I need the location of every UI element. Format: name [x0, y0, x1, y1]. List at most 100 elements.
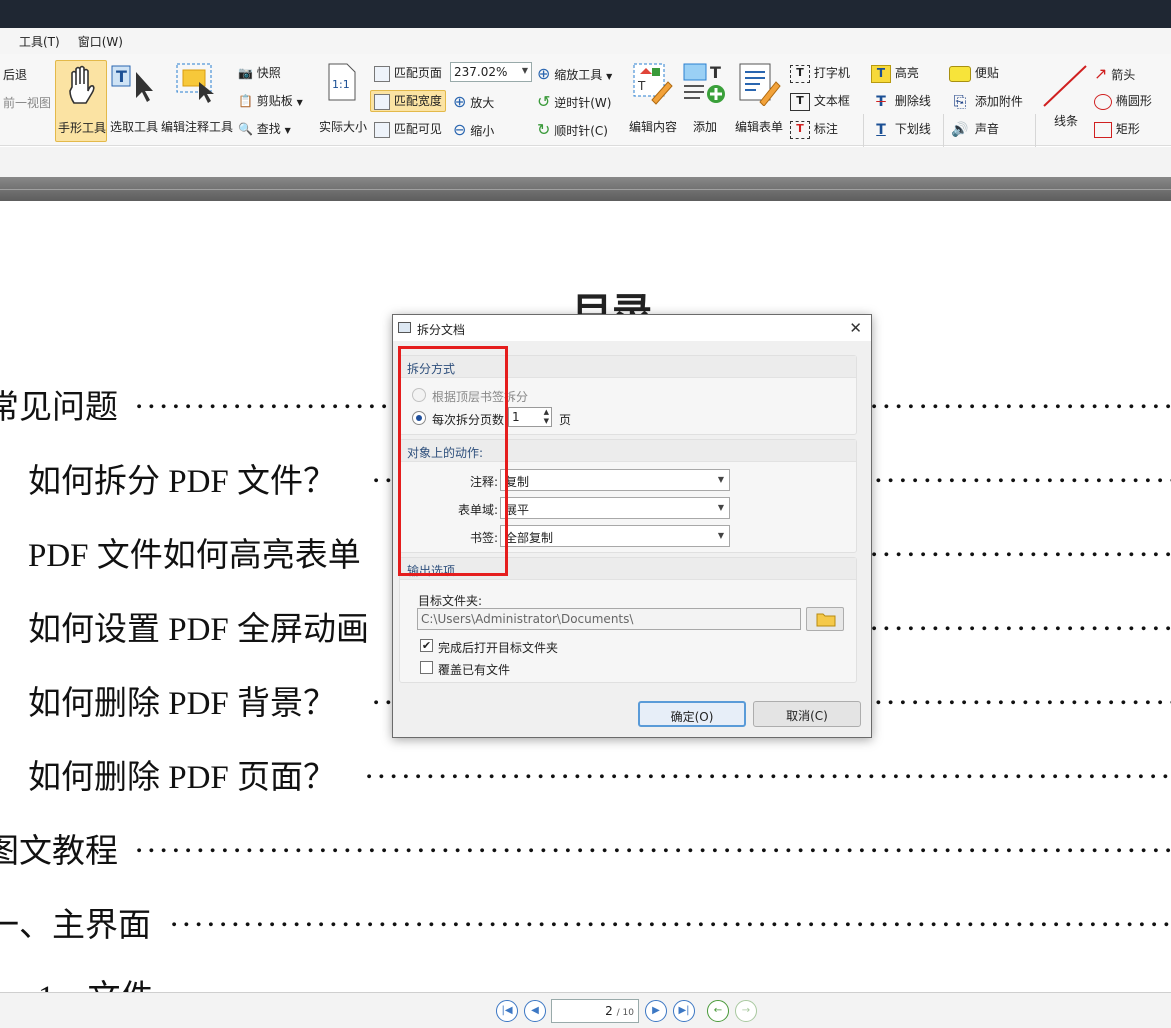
edit-content-button[interactable]: T 编辑内容	[626, 60, 680, 142]
select-text-icon: T	[111, 65, 153, 102]
find-icon: 🔍	[238, 122, 253, 136]
toc-entry[interactable]: 如何设置 PDF 全屏动画	[28, 602, 369, 650]
toc-leader-dots: ........................................…	[870, 528, 1171, 564]
spinner-arrows-icon[interactable]: ▲ ▼	[544, 408, 549, 426]
rotate-cw-button[interactable]: ↻ 顺时针(C)	[537, 120, 608, 139]
zoom-out-button[interactable]: ⊖ 缩小	[453, 120, 494, 139]
typewriter-label: 打字机	[813, 66, 850, 80]
browse-folder-button[interactable]	[806, 607, 844, 631]
chevron-down-icon: ▼	[717, 531, 724, 540]
sound-button[interactable]: 🔊 声音	[949, 120, 999, 138]
ellipse-button[interactable]: 椭圆形	[1094, 92, 1152, 110]
toc-leader-dots: ........................................…	[170, 898, 1171, 934]
toc-entry[interactable]: 如何拆分 PDF 文件？	[28, 454, 336, 502]
edit-annotation-label: 编辑注释工具	[161, 120, 234, 134]
textbox-label: 文本框	[813, 94, 850, 108]
sticky-note-label: 便贴	[974, 66, 999, 80]
forward-view-icon[interactable]: →	[735, 1000, 757, 1022]
chevron-down-icon: ▼	[717, 475, 724, 484]
fit-width-button[interactable]: 匹配宽度	[370, 90, 446, 112]
arrow-button[interactable]: ↗ 箭头	[1094, 64, 1135, 83]
first-page-icon[interactable]: |◀	[496, 1000, 518, 1022]
menu-tools[interactable]: 工具(T)	[0, 33, 69, 50]
edit-annotation-tool-button[interactable]: 编辑注释工具	[161, 60, 233, 142]
annotation-value: 复制	[505, 475, 530, 489]
rotate-ccw-button[interactable]: ↺ 逆时针(W)	[537, 92, 611, 111]
document-frame-bar	[0, 177, 1171, 201]
toc-entry[interactable]: 1、文件	[38, 970, 154, 992]
close-icon[interactable]: ✕	[849, 319, 862, 337]
zoom-combo[interactable]: 237.02% ▼	[450, 62, 532, 82]
toc-entry[interactable]: 常见问题	[0, 380, 118, 428]
select-tool-button[interactable]: T 选取工具	[108, 60, 160, 142]
next-page-icon[interactable]: ▶	[645, 1000, 667, 1022]
line-icon	[1043, 65, 1087, 107]
toc-entry[interactable]: 如何删除 PDF 背景？	[28, 676, 336, 724]
fit-page-icon	[374, 65, 390, 82]
typewriter-button[interactable]: T 打字机	[790, 64, 850, 83]
pages-unit: 页	[559, 413, 572, 427]
svg-text:T: T	[637, 79, 646, 93]
underline-button[interactable]: T 下划线	[871, 120, 931, 138]
fit-visible-icon	[374, 121, 390, 138]
annotation-select[interactable]: 复制 ▼	[500, 469, 730, 491]
chevron-down-icon: ▼	[284, 126, 291, 135]
edit-annotation-icon	[176, 63, 214, 103]
bookmark-value: 全部复制	[505, 531, 554, 545]
strikeout-icon: T	[876, 93, 886, 110]
snapshot-label: 快照	[256, 66, 281, 80]
ellipse-icon	[1094, 93, 1112, 110]
line-button[interactable]: 线条	[1040, 60, 1088, 142]
open-after-label: 完成后打开目标文件夹	[438, 641, 559, 655]
sticky-note-button[interactable]: 便贴	[949, 64, 999, 82]
toc-leader-dots: ........................................…	[135, 824, 1171, 860]
toc-entry[interactable]: 一、主界面	[0, 898, 151, 946]
red-highlight-box	[398, 346, 508, 576]
fit-page-button[interactable]: 匹配页面	[374, 64, 442, 82]
toc-entry[interactable]: PDF 文件如何高亮表单	[28, 528, 361, 576]
last-page-icon[interactable]: ▶|	[673, 1000, 695, 1022]
add-button[interactable]: T 添加	[682, 60, 728, 142]
target-folder-input[interactable]: C:\Users\Administrator\Documents\	[417, 608, 801, 630]
fit-visible-button[interactable]: 匹配可见	[374, 120, 442, 138]
toc-entry[interactable]: 图文教程	[0, 824, 118, 872]
zoom-out-icon: ⊖	[453, 120, 467, 139]
prev-view-button[interactable]: 前一视图	[3, 94, 51, 111]
form-select[interactable]: 展平 ▼	[500, 497, 730, 519]
pages-spinner[interactable]: 1 ▲ ▼	[508, 407, 552, 427]
open-after-checkbox[interactable]: ✔	[420, 639, 433, 652]
menu-window[interactable]: 窗口(W)	[69, 33, 132, 50]
ok-button[interactable]: 确定(O)	[638, 701, 746, 727]
callout-icon: T	[790, 120, 810, 139]
cancel-button[interactable]: 取消(C)	[753, 701, 861, 727]
page-number-field[interactable]: 2 / 10	[551, 999, 639, 1023]
hand-tool-button[interactable]: 手形工具	[55, 60, 107, 142]
page-navigation-bar: |◀ ◀ 2 / 10 ▶ ▶| ← →	[0, 992, 1171, 1028]
underline-icon: T	[876, 121, 886, 138]
overwrite-label: 覆盖已有文件	[438, 663, 511, 677]
clipboard-button[interactable]: 📋 剪贴板 ▼	[238, 92, 303, 109]
back-view-icon[interactable]: ←	[707, 1000, 729, 1022]
svg-text:1:1: 1:1	[332, 78, 350, 91]
toc-entry[interactable]: 如何删除 PDF 页面？	[28, 750, 336, 798]
prev-page-icon[interactable]: ◀	[524, 1000, 546, 1022]
callout-button[interactable]: T 标注	[790, 120, 838, 139]
callout-label: 标注	[813, 122, 838, 136]
snapshot-button[interactable]: 📷 快照	[238, 64, 281, 81]
edit-form-button[interactable]: 编辑表单	[732, 60, 786, 142]
strikeout-button[interactable]: T 删除线	[871, 92, 931, 110]
dialog-title-bar: 拆分文档 ✕	[393, 315, 871, 341]
textbox-button[interactable]: T 文本框	[790, 92, 850, 111]
line-label: 线条	[1053, 114, 1078, 128]
zoom-in-button[interactable]: ⊕ 放大	[453, 92, 494, 111]
attach-file-button[interactable]: ⎘ 添加附件	[949, 92, 1023, 112]
actual-size-button[interactable]: 1:1 实际大小	[318, 60, 368, 142]
overwrite-checkbox[interactable]	[420, 661, 433, 674]
zoom-tool-button[interactable]: ⊕ 缩放工具 ▼	[537, 64, 612, 83]
bookmark-select[interactable]: 全部复制 ▼	[500, 525, 730, 547]
rectangle-button[interactable]: 矩形	[1094, 120, 1140, 138]
back-button[interactable]: 后退	[3, 66, 27, 83]
highlight-button[interactable]: T 高亮	[871, 64, 919, 83]
find-button[interactable]: 🔍 查找 ▼	[238, 120, 291, 137]
rectangle-label: 矩形	[1115, 122, 1140, 136]
